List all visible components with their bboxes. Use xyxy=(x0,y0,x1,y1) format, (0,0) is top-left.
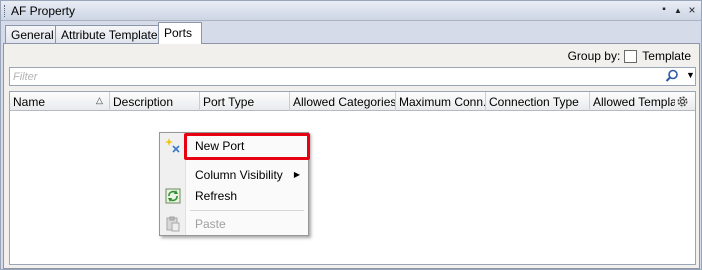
group-by-label: Group by: xyxy=(567,49,621,63)
context-menu-refresh[interactable]: Refresh xyxy=(186,186,308,206)
context-menu-paste: Paste xyxy=(195,217,226,231)
tab-bar: General Attribute Templates Ports xyxy=(1,22,701,44)
filter-box: ▼ xyxy=(9,67,696,86)
column-chooser-gear-icon[interactable] xyxy=(675,94,690,109)
collapse-icon[interactable]: ▲ xyxy=(672,6,684,15)
group-by-control: Group by: Template xyxy=(568,49,691,63)
tab-label: Attribute Templates xyxy=(61,28,164,42)
column-header-description[interactable]: Description xyxy=(110,92,200,111)
template-checkbox[interactable] xyxy=(624,49,638,63)
context-menu: New Port Column Visibility ▶ Refresh Pas… xyxy=(159,132,309,236)
submenu-arrow-icon: ▶ xyxy=(293,170,300,179)
window-title: AF Property xyxy=(11,4,76,18)
column-header-connection-type[interactable]: Connection Type xyxy=(486,92,590,111)
tab-label: Ports xyxy=(164,26,193,40)
sort-arrow-icon: △ xyxy=(96,95,103,105)
context-menu-new-port[interactable]: New Port xyxy=(186,136,308,156)
af-property-window: AF Property ▪ ▲ × General Attribute Temp… xyxy=(0,0,702,270)
tab-label: General xyxy=(11,28,54,42)
template-checkbox-label[interactable]: Template xyxy=(642,49,691,63)
context-menu-separator xyxy=(190,210,304,211)
column-header-allowed-template[interactable]: Allowed Template xyxy=(590,92,675,111)
column-header-port-type[interactable]: Port Type xyxy=(200,92,290,111)
column-header-name[interactable]: Name △ xyxy=(10,92,110,111)
filter-input[interactable] xyxy=(13,69,653,84)
pin-icon[interactable]: ▪ xyxy=(658,4,670,15)
context-menu-column-visibility[interactable]: Column Visibility ▶ xyxy=(186,165,308,185)
grid-header: Name △ Description Port Type Allowed Cat… xyxy=(10,92,695,111)
tab-ports[interactable]: Ports xyxy=(158,22,202,44)
column-header-allowed-categories[interactable]: Allowed Categories xyxy=(290,92,396,111)
title-bar[interactable]: AF Property ▪ ▲ × xyxy=(1,1,701,21)
drag-grip-icon[interactable] xyxy=(4,5,7,17)
filter-dropdown-icon[interactable]: ▼ xyxy=(686,70,695,80)
refresh-icon xyxy=(165,188,181,204)
close-icon[interactable]: × xyxy=(686,3,698,17)
tab-attribute-templates[interactable]: Attribute Templates xyxy=(55,25,170,44)
tab-general[interactable]: General xyxy=(5,25,60,44)
column-header-maximum-connections[interactable]: Maximum Conn... xyxy=(396,92,486,111)
ports-grid: Name △ Description Port Type Allowed Cat… xyxy=(9,91,696,265)
ports-panel: Group by: Template ▼ Name △ Description xyxy=(3,43,700,269)
new-port-icon xyxy=(165,138,180,153)
paste-icon xyxy=(166,216,180,232)
search-icon[interactable] xyxy=(665,69,679,83)
